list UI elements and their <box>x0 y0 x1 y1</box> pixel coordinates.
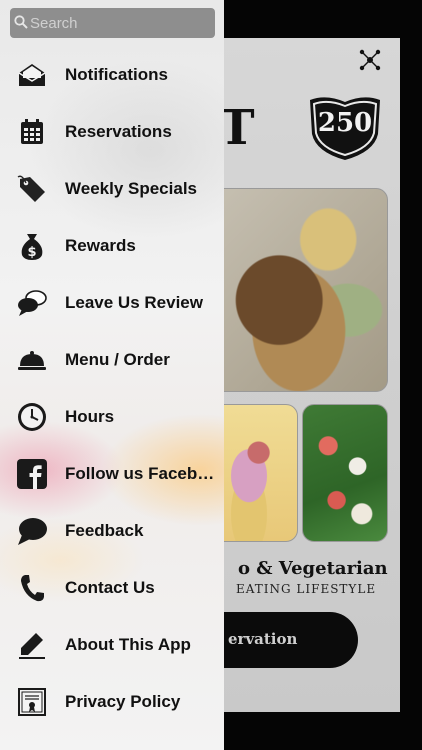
share-icon[interactable] <box>358 48 382 72</box>
pencil-icon <box>19 633 45 659</box>
menu-item-menu-order[interactable]: Menu / Order <box>0 331 224 388</box>
facebook-icon <box>17 459 47 489</box>
food-photo-salad <box>302 404 388 542</box>
side-menu-drawer: Notifications Reservations Weekly Specia… <box>0 0 224 750</box>
speech-bubbles-icon <box>18 290 47 316</box>
tagline-title: o & Vegetarian <box>238 558 388 579</box>
menu-item-reservations[interactable]: Reservations <box>0 103 224 160</box>
chat-bubble-icon <box>18 518 47 545</box>
tag-icon <box>17 175 45 202</box>
menu-item-notifications[interactable]: Notifications <box>0 46 224 103</box>
clock-icon <box>18 403 46 431</box>
menu-item-label: Feedback <box>65 521 144 540</box>
menu-item-label: Follow us Facebook <box>65 464 215 483</box>
menu-item-label: Contact Us <box>65 578 155 597</box>
menu-item-label: Reservations <box>65 122 172 141</box>
menu-item-hours[interactable]: Hours <box>0 388 224 445</box>
menu-item-label: Hours <box>65 407 115 426</box>
menu-item-label: Leave Us Review <box>65 293 203 312</box>
certificate-icon <box>18 688 46 716</box>
menu-item-feedback[interactable]: Feedback <box>0 502 224 559</box>
search-input[interactable] <box>30 11 210 35</box>
menu-item-contact-us[interactable]: Contact Us <box>0 559 224 616</box>
svg-text:$: $ <box>27 245 36 260</box>
menu-item-weekly-specials[interactable]: Weekly Specials <box>0 160 224 217</box>
menu-item-label: Weekly Specials <box>65 179 197 198</box>
menu-item-label: Notifications <box>65 65 168 84</box>
menu-item-rewards[interactable]: $ Rewards <box>0 217 224 274</box>
phone-icon <box>21 575 44 602</box>
menu-item-label: Menu / Order <box>65 350 170 369</box>
envelope-icon <box>18 64 46 86</box>
money-bag-icon: $ <box>21 234 43 260</box>
menu-item-leave-us-review[interactable]: Leave Us Review <box>0 274 224 331</box>
menu-item-label: Privacy Policy <box>65 692 181 711</box>
menu-item-follow-facebook[interactable]: Follow us Facebook <box>0 445 224 502</box>
search-bar[interactable] <box>10 8 215 38</box>
menu-item-label: About This App <box>65 635 191 654</box>
menu-item-privacy-policy[interactable]: Privacy Policy <box>0 673 224 730</box>
tagline-subtitle: EATING LIFESTYLE <box>236 582 377 596</box>
menu-item-label: Rewards <box>65 236 136 255</box>
menu-item-about-this-app[interactable]: About This App <box>0 616 224 673</box>
calendar-icon <box>21 119 43 144</box>
logo-number: 250 <box>317 108 373 138</box>
cloche-icon <box>18 351 46 370</box>
search-icon <box>14 15 28 29</box>
